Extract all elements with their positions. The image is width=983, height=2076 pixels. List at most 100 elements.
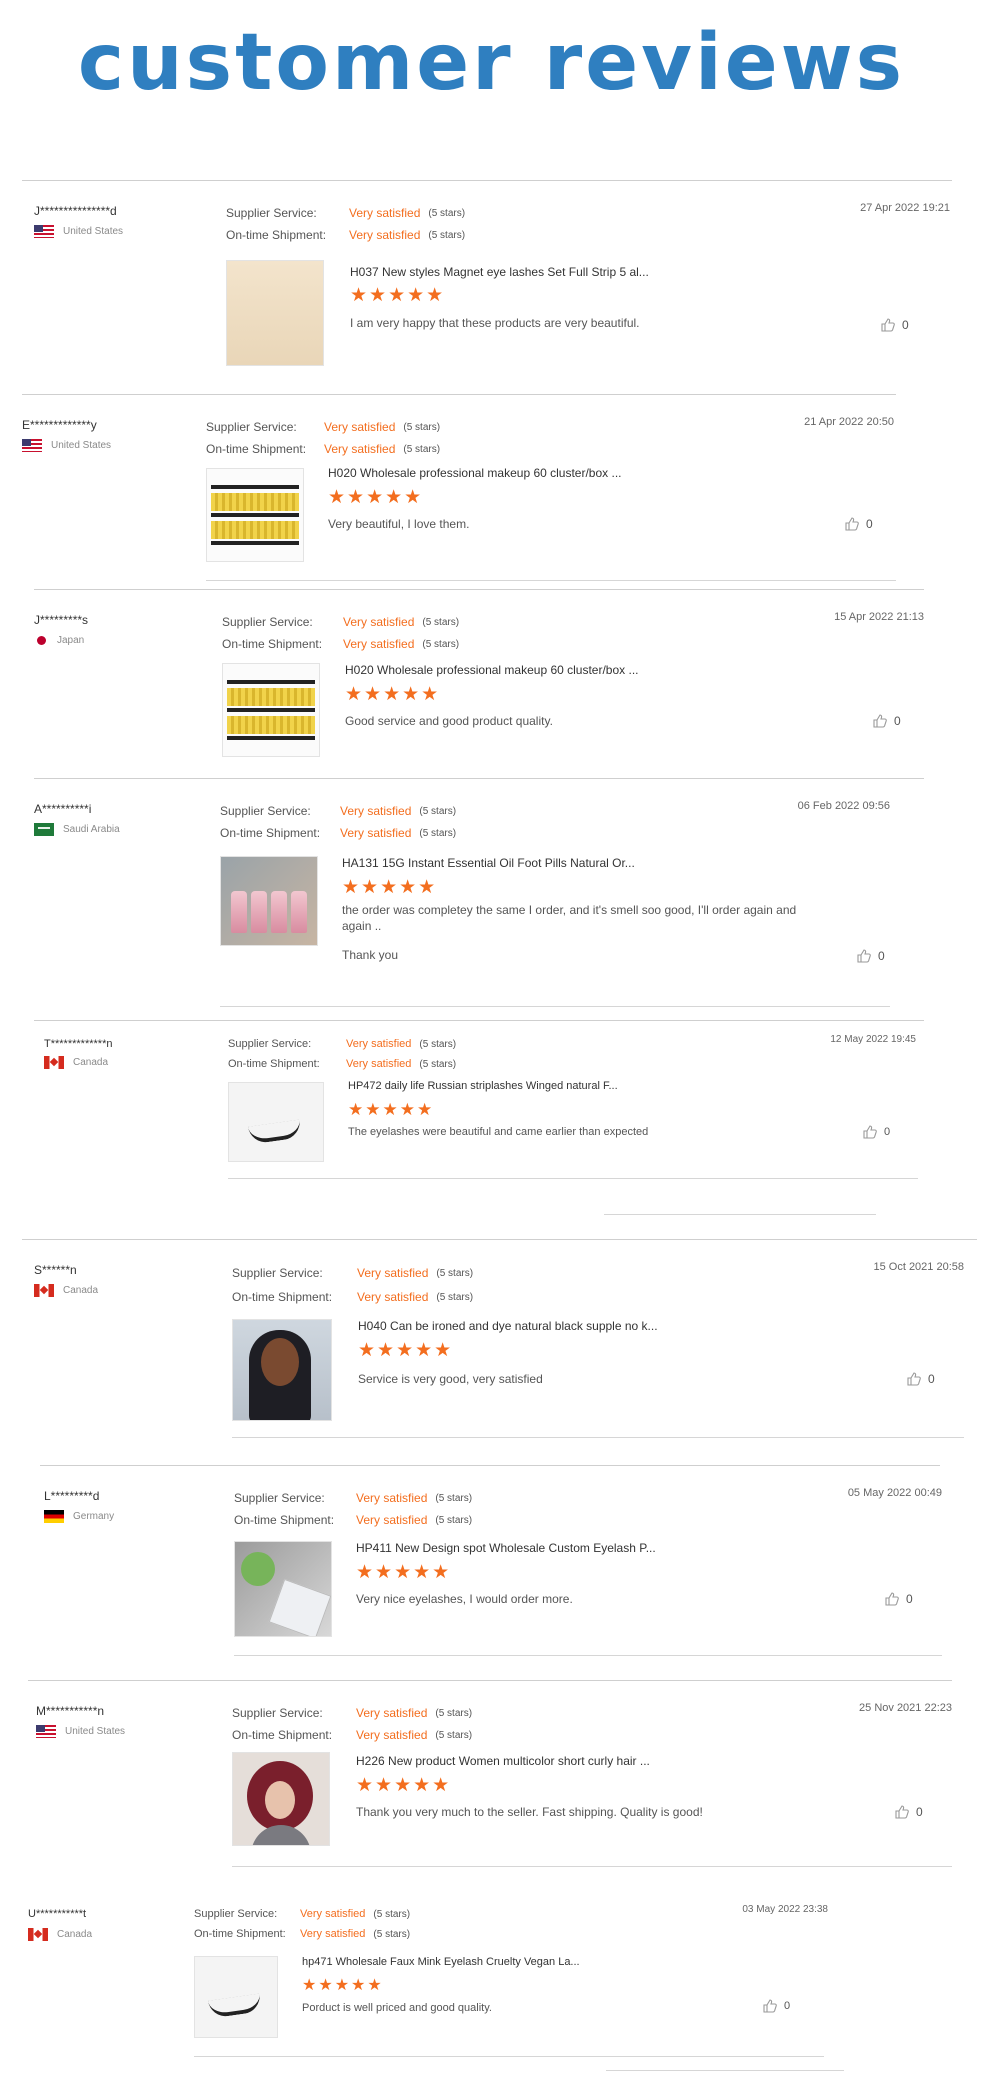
on-time-shipment-label: On-time Shipment: — [226, 228, 327, 242]
divider — [34, 589, 924, 590]
supplier-service-value: Very satisfied — [356, 1491, 428, 1505]
product-title-link[interactable]: H040 Can be ironed and dye natural black… — [358, 1319, 658, 1333]
on-time-shipment-stars: (5 stars) — [436, 1291, 474, 1303]
reviewer-name: E*************y — [22, 418, 97, 432]
on-time-shipment-value: Very satisfied — [356, 1513, 428, 1527]
on-time-shipment-stars: (5 stars) — [422, 638, 460, 650]
thumbs-up-icon — [857, 949, 871, 963]
reviewer-name: U***********t — [28, 1908, 87, 1920]
supplier-service-value: Very satisfied — [357, 1266, 429, 1280]
product-title-link[interactable]: HA131 15G Instant Essential Oil Foot Pil… — [342, 856, 635, 870]
product-thumbnail[interactable] — [222, 663, 320, 757]
supplier-service-value: Very satisfied — [343, 615, 415, 629]
reviewer-country: Japan — [34, 634, 84, 647]
on-time-shipment-label: On-time Shipment: — [222, 637, 323, 651]
page-title: customer reviews — [77, 18, 906, 108]
review-comment: Service is very good, very satisfied — [358, 1372, 543, 1386]
reviewer-country: United States — [22, 439, 111, 452]
product-title-link[interactable]: HP411 New Design spot Wholesale Custom E… — [356, 1541, 656, 1555]
review-date: 21 Apr 2022 20:50 — [804, 416, 894, 428]
product-rating-stars: ★★★★★ — [302, 1977, 384, 1994]
like-count: 0 — [902, 318, 909, 332]
on-time-shipment-stars: (5 stars) — [428, 229, 466, 241]
thumbs-up-icon — [907, 1372, 921, 1386]
on-time-shipment-stars: (5 stars) — [419, 827, 457, 839]
review-date: 06 Feb 2022 09:56 — [797, 800, 890, 812]
product-title-link[interactable]: H020 Wholesale professional makeup 60 cl… — [328, 466, 622, 480]
review-comment: I am very happy that these products are … — [350, 316, 640, 330]
on-time-shipment-label: On-time Shipment: — [206, 442, 307, 456]
review-comment: the order was completey the same I order… — [342, 903, 797, 933]
reviewer-name: J*********s — [34, 613, 89, 627]
thumbs-up-icon — [895, 1805, 909, 1819]
product-thumbnail[interactable] — [226, 260, 324, 366]
product-title-link[interactable]: H020 Wholesale professional makeup 60 cl… — [345, 663, 639, 677]
like-button[interactable]: 0 — [762, 1998, 790, 2014]
product-title-link[interactable]: H037 New styles Magnet eye lashes Set Fu… — [350, 265, 649, 279]
product-title-link[interactable]: HP472 daily life Russian striplashes Win… — [348, 1080, 618, 1092]
review-date: 25 Nov 2021 22:23 — [859, 1702, 952, 1714]
on-time-shipment-label: On-time Shipment: — [194, 1928, 286, 1940]
like-button[interactable]: 0 — [884, 1591, 913, 1607]
product-rating-stars: ★★★★★ — [342, 877, 438, 898]
product-title-link[interactable]: H226 New product Women multicolor short … — [356, 1754, 650, 1768]
rating-summary: Supplier Service: Very satisfied (5 stars)… — [226, 202, 465, 246]
on-time-shipment-label: On-time Shipment: — [234, 1513, 335, 1527]
reviewer-country: United States — [34, 225, 123, 238]
review-date: 03 May 2022 23:38 — [742, 1904, 828, 1915]
product-rating-stars: ★★★★★ — [358, 1340, 454, 1361]
rating-summary: Supplier Service: Very satisfied (5 stars)… — [232, 1261, 473, 1309]
us-flag-icon — [34, 225, 54, 238]
on-time-shipment-stars: (5 stars) — [403, 443, 441, 455]
supplier-service-value: Very satisfied — [356, 1706, 428, 1720]
review-date: 15 Oct 2021 20:58 — [873, 1261, 964, 1273]
supplier-service-stars: (5 stars) — [419, 805, 457, 817]
on-time-shipment-value: Very satisfied — [346, 1058, 412, 1070]
supplier-service-value: Very satisfied — [300, 1908, 366, 1920]
product-thumbnail[interactable] — [220, 856, 318, 946]
product-thumbnail[interactable] — [228, 1082, 324, 1162]
like-button[interactable]: 0 — [880, 317, 909, 333]
supplier-service-stars: (5 stars) — [436, 1267, 474, 1279]
product-thumbnail[interactable] — [232, 1319, 332, 1421]
like-button[interactable]: 0 — [894, 1804, 923, 1820]
on-time-shipment-label: On-time Shipment: — [232, 1728, 333, 1742]
like-button[interactable]: 0 — [862, 1124, 890, 1140]
supplier-service-stars: (5 stars) — [373, 1908, 411, 1920]
supplier-service-label: Supplier Service: — [220, 804, 311, 818]
review-card: T*************n Canada Supplier Service:… — [30, 1022, 918, 1215]
divider — [22, 1239, 977, 1240]
divider — [232, 1437, 964, 1438]
supplier-service-stars: (5 stars) — [403, 421, 441, 433]
product-rating-stars: ★★★★★ — [356, 1775, 452, 1796]
reviewer-name: M***********n — [36, 1704, 105, 1718]
product-rating-stars: ★★★★★ — [328, 487, 424, 508]
product-title-link[interactable]: hp471 Wholesale Faux Mink Eyelash Cruelt… — [302, 1956, 580, 1968]
canada-flag-icon — [44, 1056, 64, 1069]
review-card: J***************d United States Supplier… — [20, 182, 950, 394]
on-time-shipment-label: On-time Shipment: — [228, 1058, 320, 1070]
country-label: Japan — [57, 635, 85, 646]
rating-summary: Supplier Service: Very satisfied (5 stars)… — [194, 1904, 410, 1944]
like-button[interactable]: 0 — [872, 713, 901, 729]
like-button[interactable]: 0 — [856, 948, 885, 964]
thumbs-up-icon — [873, 714, 887, 728]
reviewer-country: Canada — [34, 1284, 98, 1297]
on-time-shipment-stars: (5 stars) — [419, 1058, 457, 1070]
country-label: Canada — [63, 1285, 99, 1296]
reviewer-country: Canada — [28, 1928, 92, 1941]
supplier-service-stars: (5 stars) — [419, 1038, 457, 1050]
product-thumbnail[interactable] — [232, 1752, 330, 1846]
saudi-arabia-flag-icon — [34, 823, 54, 836]
like-button[interactable]: 0 — [844, 516, 873, 532]
like-button[interactable]: 0 — [906, 1371, 935, 1387]
supplier-service-value: Very satisfied — [324, 420, 396, 434]
product-thumbnail[interactable] — [206, 468, 304, 562]
like-count: 0 — [884, 1126, 891, 1138]
review-date: 12 May 2022 19:45 — [830, 1034, 916, 1045]
product-thumbnail[interactable] — [194, 1956, 278, 2038]
supplier-service-label: Supplier Service: — [228, 1038, 312, 1050]
product-thumbnail[interactable] — [234, 1541, 332, 1637]
on-time-shipment-value: Very satisfied — [349, 228, 421, 242]
reviewer-name: S******n — [34, 1263, 77, 1277]
